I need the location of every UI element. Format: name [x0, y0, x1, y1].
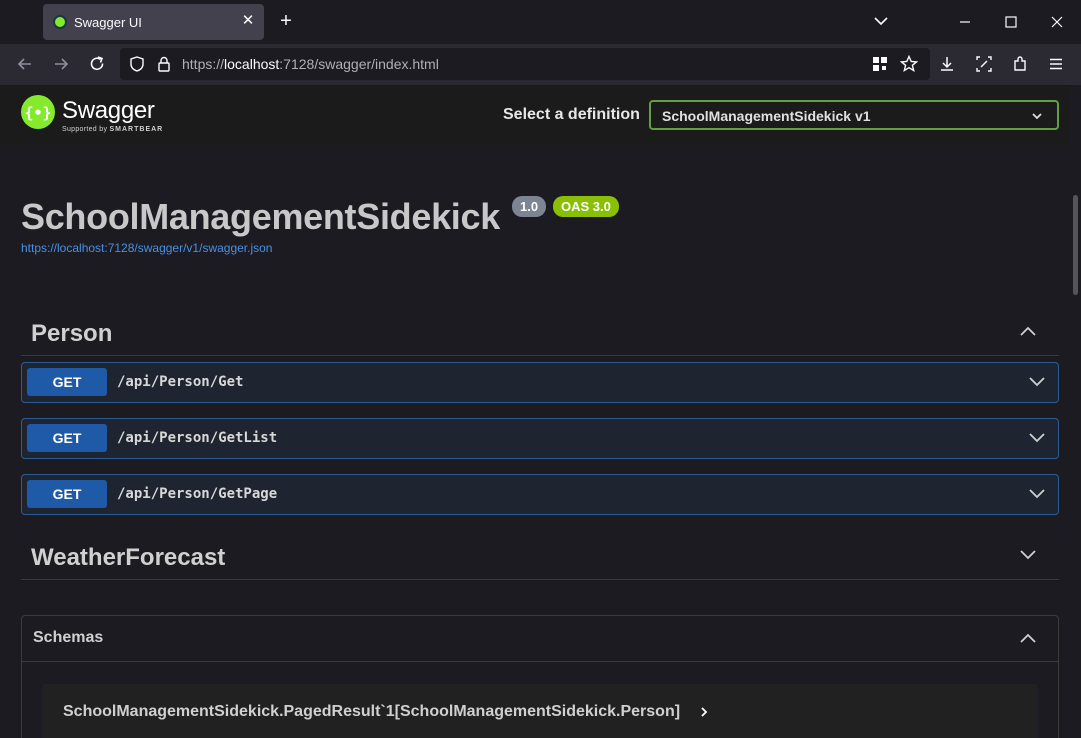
- api-title: SchoolManagementSidekick: [21, 196, 500, 237]
- operation-get-person-list[interactable]: GET /api/Person/GetList: [21, 418, 1059, 459]
- back-arrow-icon[interactable]: [15, 54, 35, 74]
- url-bar[interactable]: https://localhost:7128/swagger/index.htm…: [120, 48, 930, 80]
- chevron-down-icon[interactable]: [1028, 432, 1046, 444]
- chevron-down-icon[interactable]: [1028, 488, 1046, 500]
- screenshot-icon[interactable]: [974, 54, 994, 74]
- close-window-icon[interactable]: [1047, 12, 1067, 32]
- star-icon[interactable]: [899, 54, 919, 74]
- forward-arrow-icon[interactable]: [51, 54, 71, 74]
- menu-icon[interactable]: [1046, 54, 1066, 74]
- swagger-logo-icon[interactable]: {•}: [21, 95, 55, 129]
- swagger-topbar: {•} Swagger Supported by SMARTBEAR Selec…: [0, 85, 1070, 145]
- url-text: https://localhost:7128/swagger/index.htm…: [182, 56, 439, 72]
- oas-badge: OAS 3.0: [553, 196, 619, 217]
- lock-icon[interactable]: [154, 54, 174, 74]
- browser-nav-bar: https://localhost:7128/swagger/index.htm…: [0, 44, 1081, 85]
- minimize-icon[interactable]: [955, 12, 975, 32]
- tag-name: Person: [31, 320, 113, 347]
- version-badge: 1.0: [512, 196, 547, 217]
- definition-label: Select a definition: [503, 106, 640, 123]
- schemas-header[interactable]: Schemas: [22, 616, 1058, 662]
- tab-title: Swagger UI: [74, 15, 142, 30]
- chevron-up-icon[interactable]: [1019, 325, 1037, 337]
- operation-path: /api/Person/Get: [117, 374, 244, 390]
- definition-select-value: SchoolManagementSidekick v1: [662, 108, 871, 124]
- close-icon[interactable]: ✕: [240, 13, 256, 29]
- qr-code-icon[interactable]: [870, 54, 890, 74]
- page-scrollbar[interactable]: [1070, 145, 1081, 738]
- schemas-title: Schemas: [33, 629, 104, 646]
- chevron-down-icon[interactable]: [1019, 549, 1037, 561]
- definition-select[interactable]: SchoolManagementSidekick v1: [649, 100, 1059, 130]
- globe-favicon-icon: [53, 15, 67, 29]
- chevron-down-icon[interactable]: [872, 12, 890, 30]
- tag-name: WeatherForecast: [31, 544, 226, 571]
- chevron-down-icon[interactable]: [1028, 376, 1046, 388]
- operation-get-person-page[interactable]: GET /api/Person/GetPage: [21, 474, 1059, 515]
- operation-get-person[interactable]: GET /api/Person/Get: [21, 362, 1059, 403]
- download-icon[interactable]: [937, 54, 957, 74]
- model-name: SchoolManagementSidekick.PagedResult`1[S…: [63, 703, 681, 720]
- browser-tab[interactable]: Swagger UI ✕: [43, 4, 264, 40]
- spec-link[interactable]: https://localhost:7128/swagger/v1/swagge…: [21, 241, 272, 255]
- shield-icon[interactable]: [127, 54, 147, 74]
- method-badge: GET: [27, 368, 107, 396]
- maximize-icon[interactable]: [1001, 12, 1021, 32]
- chevron-down-icon: [1031, 110, 1043, 122]
- tag-weatherforecast[interactable]: WeatherForecast: [21, 532, 1059, 580]
- chevron-up-icon[interactable]: [1019, 632, 1037, 644]
- browser-tab-bar: Swagger UI ✕ +: [0, 0, 1081, 44]
- logo-subtext: Supported by SMARTBEAR: [62, 126, 164, 133]
- swagger-page: {•} Swagger Supported by SMARTBEAR Selec…: [0, 85, 1081, 738]
- logo-text[interactable]: Swagger: [62, 97, 155, 125]
- extensions-icon[interactable]: [1010, 54, 1030, 74]
- method-badge: GET: [27, 480, 107, 508]
- operation-path: /api/Person/GetList: [117, 430, 278, 446]
- svg-text:{•}: {•}: [24, 104, 51, 122]
- method-badge: GET: [27, 424, 107, 452]
- chevron-right-icon[interactable]: [699, 706, 709, 718]
- scrollbar-thumb[interactable]: [1073, 195, 1078, 295]
- tag-person[interactable]: Person: [21, 308, 1059, 356]
- operation-path: /api/Person/GetPage: [117, 486, 278, 502]
- schemas-section: Schemas SchoolManagementSidekick.PagedRe…: [21, 615, 1059, 738]
- plus-icon[interactable]: +: [276, 11, 296, 31]
- reload-icon[interactable]: [87, 54, 107, 74]
- schema-model[interactable]: SchoolManagementSidekick.PagedResult`1[S…: [42, 684, 1038, 738]
